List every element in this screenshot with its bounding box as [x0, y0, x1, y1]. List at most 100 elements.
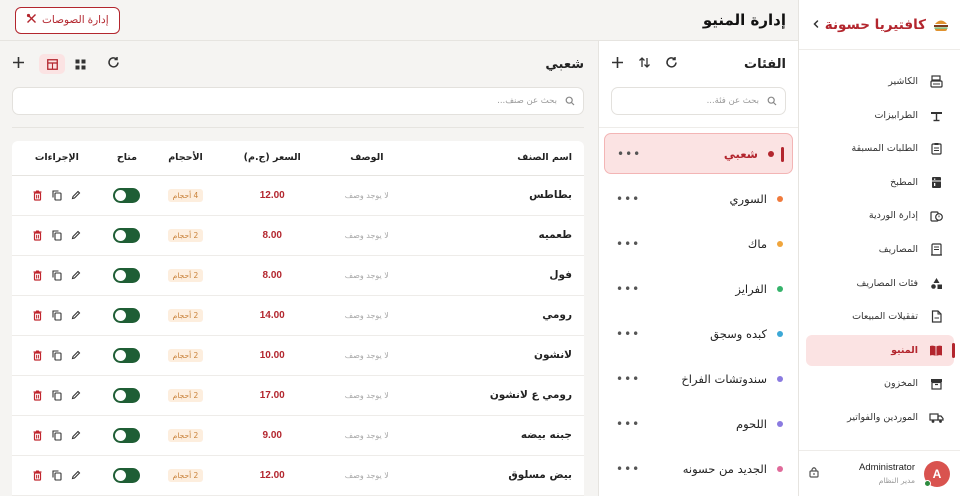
- item-sizes-badge: 2 أحجام: [167, 469, 204, 482]
- table-row[interactable]: رومي لا يوجد وصف 14.00 2 أحجام: [12, 295, 584, 336]
- more-options-icon[interactable]: •••: [616, 282, 640, 296]
- sidebar-item-inventory[interactable]: المخزون: [806, 368, 954, 399]
- edit-icon[interactable]: [71, 230, 81, 241]
- table-row[interactable]: بطاطس لا يوجد وصف 12.00 4 أحجام: [12, 175, 584, 216]
- copy-icon[interactable]: [52, 389, 62, 401]
- item-search: [12, 87, 584, 115]
- items-table: اسم الصنف الوصف السعر (ج.م) الأحجام متاح…: [12, 141, 584, 496]
- edit-icon[interactable]: [71, 190, 81, 201]
- delete-icon[interactable]: [33, 470, 43, 481]
- table-row[interactable]: فول لا يوجد وصف 8.00 2 أحجام: [12, 255, 584, 296]
- category-name: كبده وسجق: [710, 326, 767, 341]
- more-options-icon[interactable]: •••: [617, 147, 641, 161]
- table-row[interactable]: بيض مسلوق لا يوجد وصف 12.00 2 أحجام: [12, 455, 584, 496]
- sidebar-item-menu[interactable]: المنيو: [806, 334, 955, 366]
- availability-toggle[interactable]: [113, 467, 141, 483]
- more-options-icon[interactable]: •••: [616, 462, 640, 476]
- item-sizes-cell: 2 أحجام: [152, 295, 219, 336]
- category-item[interactable]: السوري •••: [604, 178, 793, 219]
- category-search-input[interactable]: [620, 96, 759, 106]
- add-category-icon[interactable]: [611, 56, 624, 72]
- sidebar-item-suppliers[interactable]: الموردين والفواتير: [806, 402, 954, 433]
- more-options-icon[interactable]: •••: [616, 417, 640, 431]
- delete-icon[interactable]: [33, 230, 43, 241]
- copy-icon[interactable]: [52, 269, 62, 281]
- category-item[interactable]: شعبي •••: [604, 133, 793, 174]
- item-search-input[interactable]: [21, 96, 557, 106]
- more-options-icon[interactable]: •••: [616, 192, 640, 206]
- more-options-icon[interactable]: •••: [616, 237, 640, 251]
- item-name: رومي: [408, 295, 584, 336]
- edit-icon[interactable]: [71, 350, 81, 361]
- manage-sauces-button[interactable]: إدارة الصوصات: [15, 6, 120, 34]
- sidebar-item-label: تفقيلات المبيعات: [852, 311, 918, 323]
- delete-icon[interactable]: [33, 350, 43, 361]
- sidebar-item-kitchen[interactable]: المطبخ: [806, 167, 954, 198]
- copy-icon[interactable]: [52, 349, 62, 361]
- sidebar-item-expenses[interactable]: المصاريف: [806, 234, 954, 265]
- availability-toggle[interactable]: [113, 267, 141, 283]
- delete-icon[interactable]: [33, 390, 43, 401]
- avatar[interactable]: A: [924, 460, 950, 487]
- category-item[interactable]: سندوتشات الفراخ •••: [604, 358, 793, 399]
- sidebar-item-expense-categories[interactable]: فئات المصاريف: [806, 268, 954, 299]
- availability-toggle[interactable]: [113, 347, 141, 363]
- sidebar-item-tables[interactable]: الطرابيزات: [806, 100, 954, 131]
- category-item[interactable]: الجديد من حسونه •••: [604, 448, 793, 489]
- edit-icon[interactable]: [71, 310, 81, 321]
- category-name: السوري: [729, 191, 767, 206]
- add-item-icon[interactable]: [12, 56, 25, 72]
- item-actions-cell: [12, 335, 102, 376]
- table-row[interactable]: جبنه بيضه لا يوجد وصف 9.00 2 أحجام: [12, 415, 584, 456]
- edit-icon[interactable]: [71, 270, 81, 281]
- delete-icon[interactable]: [33, 270, 43, 281]
- availability-toggle[interactable]: [113, 227, 141, 243]
- edit-icon[interactable]: [71, 390, 81, 401]
- category-item[interactable]: الفرايز •••: [604, 268, 793, 309]
- toggle-knob: [115, 349, 127, 361]
- sidebar-item-cashier[interactable]: الكاشير: [806, 66, 954, 97]
- copy-icon[interactable]: [52, 309, 62, 321]
- availability-toggle[interactable]: [113, 307, 141, 323]
- table-view-icon[interactable]: [39, 54, 65, 74]
- delete-icon[interactable]: [33, 430, 43, 441]
- sidebar-item-preorders[interactable]: الطلبات المسبقة: [806, 133, 954, 164]
- shapes-icon: [928, 275, 944, 291]
- copy-icon[interactable]: [52, 429, 62, 441]
- delete-icon[interactable]: [33, 310, 43, 321]
- refresh-icon[interactable]: [107, 56, 120, 72]
- availability-toggle[interactable]: [113, 427, 141, 443]
- more-options-icon[interactable]: •••: [616, 372, 640, 386]
- copy-icon[interactable]: [52, 229, 62, 241]
- more-options-icon[interactable]: •••: [616, 327, 640, 341]
- availability-toggle[interactable]: [113, 187, 141, 203]
- item-sizes-cell: 2 أحجام: [152, 415, 219, 456]
- sidebar-item-sales-closing[interactable]: تفقيلات المبيعات: [806, 301, 954, 332]
- items-title: شعبي: [545, 56, 584, 72]
- table-row[interactable]: طعميه لا يوجد وصف 8.00 2 أحجام: [12, 215, 584, 256]
- category-item[interactable]: كبده وسجق •••: [604, 313, 793, 354]
- delete-icon[interactable]: [33, 190, 43, 201]
- content: الفئات شعبي •••: [0, 40, 798, 496]
- table-row[interactable]: رومي ع لانشون لا يوجد وصف 17.00 2 أحجام: [12, 375, 584, 416]
- chevron-left-icon[interactable]: [811, 17, 821, 33]
- lock-icon[interactable]: [809, 466, 819, 481]
- user-role: مدير النظام: [878, 476, 915, 485]
- col-name: اسم الصنف: [408, 141, 584, 176]
- refresh-icon[interactable]: [665, 56, 678, 72]
- sidebar-item-shift[interactable]: إدارة الوردية: [806, 200, 954, 231]
- edit-icon[interactable]: [71, 430, 81, 441]
- sidebar-item-label: الكاشير: [888, 76, 918, 87]
- category-item[interactable]: ماك •••: [604, 223, 793, 264]
- sort-icon[interactable]: [638, 56, 651, 72]
- item-available-cell: [101, 455, 153, 496]
- categories-panel: الفئات شعبي •••: [598, 40, 798, 496]
- availability-toggle[interactable]: [113, 387, 141, 403]
- edit-icon[interactable]: [71, 470, 81, 481]
- copy-icon[interactable]: [52, 469, 62, 481]
- table-row[interactable]: لانشون لا يوجد وصف 10.00 2 أحجام: [12, 335, 584, 376]
- copy-icon[interactable]: [52, 189, 62, 201]
- category-item[interactable]: اللحوم •••: [604, 403, 793, 444]
- item-description: لا يوجد وصف: [325, 335, 409, 376]
- grid-view-icon[interactable]: [67, 54, 93, 74]
